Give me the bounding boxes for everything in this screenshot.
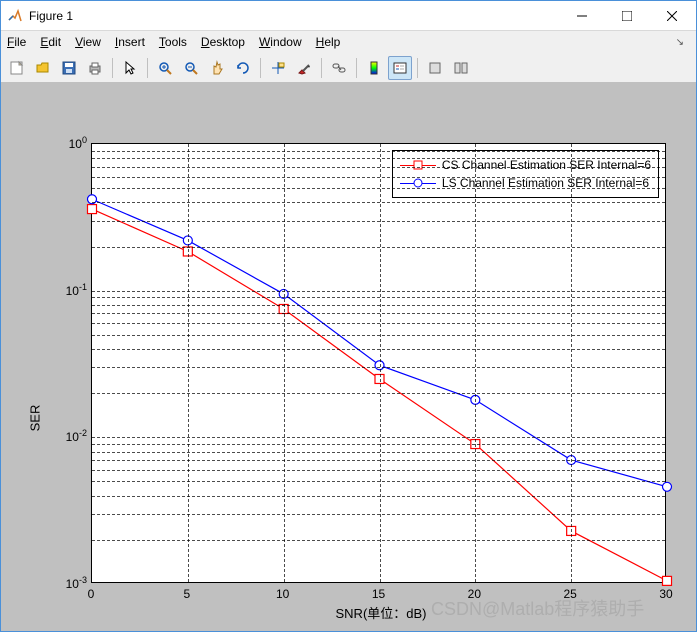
grid-line-minor [92, 393, 665, 394]
grid-line-minor [92, 297, 665, 298]
matlab-icon [7, 8, 23, 24]
grid-line-minor [92, 202, 665, 203]
toolbar-separator [417, 58, 418, 78]
x-tick-label: 10 [276, 587, 289, 601]
toolbar-separator [112, 58, 113, 78]
y-tick-label: 10-2 [53, 428, 87, 444]
grid-line-minor [92, 514, 665, 515]
data-cursor-button[interactable] [266, 56, 290, 80]
minimize-button[interactable] [559, 2, 604, 30]
grid-line [188, 144, 189, 582]
grid-line-minor [92, 188, 665, 189]
watermark: CSDN@Matlab程序猿助手 [431, 595, 644, 621]
open-button[interactable] [31, 56, 55, 80]
x-tick-label: 25 [563, 587, 576, 601]
grid-line-minor [92, 540, 665, 541]
grid-line-minor [92, 158, 665, 159]
x-tick-label: 15 [372, 587, 385, 601]
grid-line-minor [92, 481, 665, 482]
grid-line [92, 291, 665, 292]
menu-desktop[interactable]: Desktop [201, 35, 245, 49]
new-figure-button[interactable] [5, 56, 29, 80]
zoom-in-button[interactable] [153, 56, 177, 80]
grid-line-minor [92, 167, 665, 168]
x-tick-label: 30 [659, 587, 672, 601]
x-tick-label: 0 [88, 587, 95, 601]
menu-file[interactable]: File [7, 35, 26, 49]
rotate-button[interactable] [231, 56, 255, 80]
save-button[interactable] [57, 56, 81, 80]
titlebar: Figure 1 [1, 1, 696, 31]
colorbar-button[interactable] [362, 56, 386, 80]
y-tick-label: 10-3 [53, 575, 87, 591]
menu-insert[interactable]: Insert [115, 35, 145, 49]
maximize-button[interactable] [604, 2, 649, 30]
menu-tools[interactable]: Tools [159, 35, 187, 49]
grid-line-minor [92, 323, 665, 324]
show-plot-tools-button[interactable] [449, 56, 473, 80]
grid-line-minor [92, 305, 665, 306]
x-axis-label: SNR(单位：dB) [335, 603, 426, 622]
legend-label: CS Channel Estimation SER Internal=6 [442, 158, 651, 172]
grid-line [380, 144, 381, 582]
grid-line-minor [92, 247, 665, 248]
grid-line [92, 437, 665, 438]
brush-button[interactable] [292, 56, 316, 80]
grid-line [475, 144, 476, 582]
hide-plot-tools-button[interactable] [423, 56, 447, 80]
grid-line-minor [92, 496, 665, 497]
grid-line-minor [92, 460, 665, 461]
menu-dock-icon[interactable]: ↘ [676, 37, 690, 48]
grid-line [571, 144, 572, 582]
toolbar-separator [356, 58, 357, 78]
grid-line-minor [92, 335, 665, 336]
menu-view[interactable]: View [75, 35, 101, 49]
grid-line-minor [92, 349, 665, 350]
axes: CS Channel Estimation SER Internal=6 LS … [91, 143, 666, 583]
y-tick-label: 100 [53, 135, 87, 151]
grid-line [284, 144, 285, 582]
x-tick-label: 5 [183, 587, 190, 601]
link-button[interactable] [327, 56, 351, 80]
figure-window: Figure 1 File Edit View Insert Tools Des… [0, 0, 697, 632]
grid-line-minor [92, 444, 665, 445]
grid-line-minor [92, 367, 665, 368]
grid-line-minor [92, 313, 665, 314]
menubar: File Edit View Insert Tools Desktop Wind… [1, 31, 696, 53]
grid-line-minor [92, 177, 665, 178]
close-button[interactable] [649, 2, 694, 30]
x-tick-label: 20 [468, 587, 481, 601]
plot-lines [92, 144, 665, 582]
grid-line-minor [92, 151, 665, 152]
legend-button[interactable] [388, 56, 412, 80]
grid-line-minor [92, 452, 665, 453]
y-axis-label: SER [28, 405, 43, 432]
menu-window[interactable]: Window [259, 35, 302, 49]
pan-button[interactable] [205, 56, 229, 80]
pointer-button[interactable] [118, 56, 142, 80]
menu-help[interactable]: Help [316, 35, 341, 49]
y-tick-label: 10-1 [53, 282, 87, 298]
zoom-out-button[interactable] [179, 56, 203, 80]
menu-edit[interactable]: Edit [40, 35, 61, 49]
toolbar-separator [321, 58, 322, 78]
figure-canvas[interactable]: SER SNR(单位：dB) CS Channel Estimation SER… [1, 83, 696, 631]
toolbar-separator [260, 58, 261, 78]
grid-line-minor [92, 470, 665, 471]
window-title: Figure 1 [29, 9, 559, 23]
print-button[interactable] [83, 56, 107, 80]
toolbar-separator [147, 58, 148, 78]
toolbar [1, 53, 696, 83]
legend[interactable]: CS Channel Estimation SER Internal=6 LS … [392, 150, 659, 198]
grid-line-minor [92, 221, 665, 222]
